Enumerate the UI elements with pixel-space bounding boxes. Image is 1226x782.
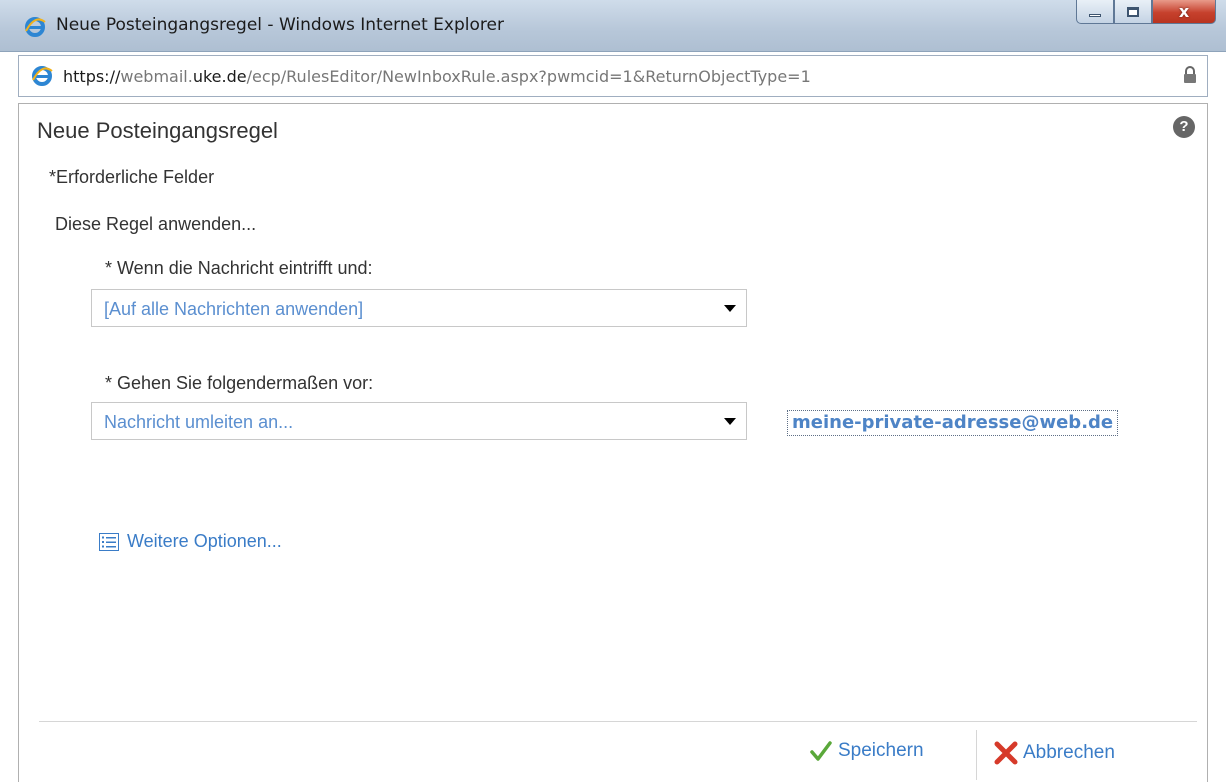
list-icon — [99, 532, 119, 551]
condition-label: * Wenn die Nachricht eintrifft und: — [105, 258, 373, 278]
ie-icon — [32, 66, 53, 86]
chevron-down-icon — [724, 418, 736, 425]
new-inbox-rule-dialog: Neue Posteingangsregel ? *Erforderliche … — [18, 103, 1208, 782]
window-title: Neue Posteingangsregel - Windows Interne… — [56, 15, 504, 35]
cancel-button[interactable]: Abbrechen — [993, 740, 1115, 766]
address-bar[interactable]: https://webmail.uke.de/ecp/RulesEditor/N… — [18, 55, 1208, 97]
more-options-link[interactable]: Weitere Optionen... — [99, 531, 282, 552]
url-domain: uke.de — [192, 67, 247, 86]
help-icon[interactable]: ? — [1173, 116, 1195, 138]
window-controls: x — [1076, 0, 1216, 26]
url-path: /ecp/RulesEditor/NewInboxRule.aspx?pwmci… — [246, 67, 811, 86]
action-select[interactable]: Nachricht umleiten an... — [91, 402, 747, 440]
more-options-label: Weitere Optionen... — [127, 531, 282, 551]
ie-icon — [25, 17, 46, 37]
condition-value: [Auf alle Nachrichten anwenden] — [104, 299, 364, 319]
lock-icon[interactable] — [1183, 66, 1197, 84]
chevron-down-icon — [724, 305, 736, 312]
cancel-label: Abbrechen — [1023, 742, 1115, 763]
footer-divider — [39, 721, 1197, 722]
minimize-button[interactable] — [1076, 0, 1114, 24]
required-fields-note: *Erforderliche Felder — [49, 167, 215, 187]
url-host-prefix: webmail. — [120, 67, 193, 86]
dialog-title: Neue Posteingangsregel — [37, 118, 278, 143]
x-icon — [994, 741, 1018, 765]
save-label: Speichern — [838, 740, 924, 761]
apply-rule-heading: Diese Regel anwenden... — [55, 214, 257, 234]
maximize-button[interactable] — [1114, 0, 1152, 24]
maximize-icon — [1127, 6, 1139, 17]
close-icon: x — [1178, 2, 1190, 21]
address-url[interactable]: https://webmail.uke.de/ecp/RulesEditor/N… — [63, 67, 811, 86]
action-value: Nachricht umleiten an... — [104, 412, 294, 432]
window-titlebar: Neue Posteingangsregel - Windows Interne… — [0, 0, 1226, 52]
url-scheme: https:// — [63, 67, 121, 86]
redirect-address-link[interactable]: meine-private-adresse@web.de — [787, 410, 1119, 436]
minimize-icon — [1089, 14, 1101, 17]
close-button[interactable]: x — [1152, 0, 1216, 24]
check-icon — [810, 741, 832, 761]
condition-select[interactable]: [Auf alle Nachrichten anwenden] — [91, 289, 747, 327]
action-label: * Gehen Sie folgendermaßen vor: — [105, 373, 374, 393]
footer-separator — [976, 730, 977, 780]
save-button[interactable]: Speichern — [810, 740, 924, 762]
